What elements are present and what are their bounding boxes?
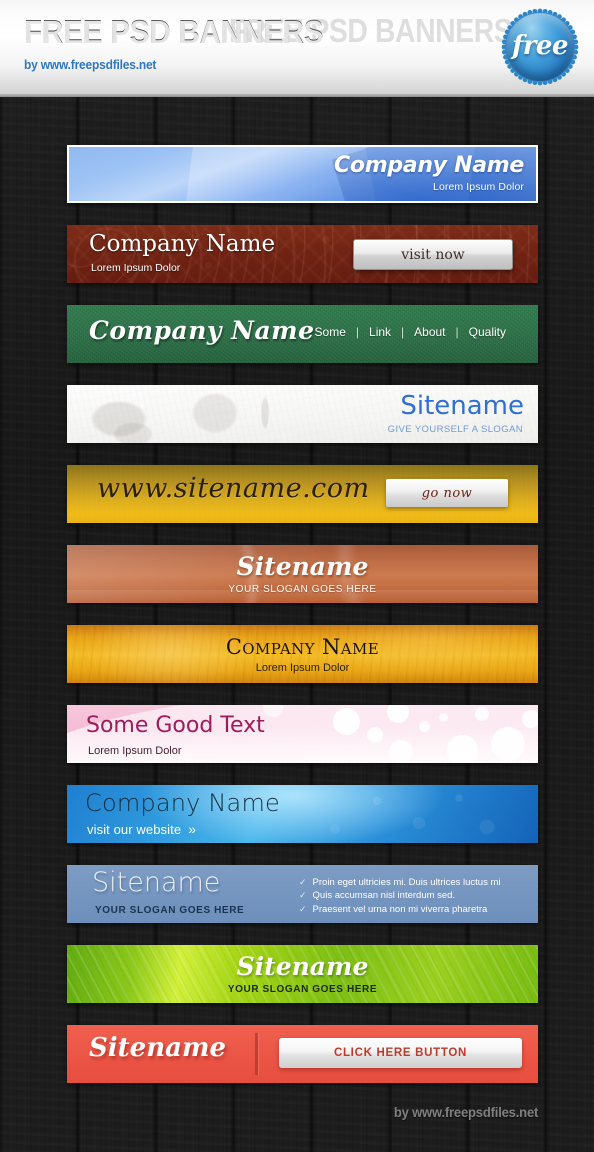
banner-slogan: Lorem Ipsum Dolor [88,745,182,757]
banner-steel-blue-list[interactable]: Sitename YOUR SLOGAN GOES HERE ✓ Proin e… [67,865,538,923]
banner-slogan: Lorem Ipsum Dolor [91,262,181,274]
list-item: ✓ Proin eget ultricies mi. Duis ultrices… [299,876,501,889]
list-item-text: Quis accumsan nisl interdum sed. [312,890,456,902]
banner-green-felt[interactable]: Company Name Some | Link | About | Quali… [67,305,538,363]
banner-title: Sitename [236,952,369,981]
banner-slogan: GIVE YOURSELF A SLOGAN [387,424,523,435]
feature-list: ✓ Proin eget ultricies mi. Duis ultrices… [299,876,501,916]
banner-gold-script[interactable]: www.sitename.com go now [67,465,538,523]
banner-title: www.sitename.com [97,473,370,504]
banner-slogan: Lorem Ipsum Dolor [255,661,350,674]
list-item-text: Proin eget ultricies mi. Duis ultrices l… [312,877,501,888]
nav-link-link[interactable]: Link [359,325,401,339]
banner-list: Company Name Lorem Ipsum Dolor Company N… [67,145,538,1083]
banner-title: Company Name [89,231,276,257]
banner-title: Company Name [85,789,281,817]
list-item: ✓ Quis accumsan nisl interdum sed. [299,889,501,902]
banner-white-paper[interactable]: Sitename GIVE YOURSELF A SLOGAN [67,385,538,443]
page-title: FREE PSD BANNERS [24,13,324,50]
banner-title: Company Name [89,316,315,345]
banner-title: Sitename [400,391,524,421]
banner-slogan: Lorem Ipsum Dolor [433,181,524,193]
banner-slogan-row[interactable]: visit our website » [87,821,196,837]
badge-label: free [512,31,568,61]
check-icon: ✓ [299,903,307,914]
banner-dark-red-damask[interactable]: Company Name Lorem Ipsum Dolor visit now [67,225,538,283]
banner-text-block: Company Name Lorem Ipsum Dolor [67,625,538,683]
banner-slogan: visit our website [87,821,182,837]
banner-nav[interactable]: Some | Link | About | Quality [305,325,516,339]
banner-pink-bokeh[interactable]: Some Good Text Lorem Ipsum Dolor [67,705,538,763]
header-subtitle: by www.freepsdfiles.net [24,57,157,72]
banner-blue-gradient[interactable]: Company Name visit our website » [67,785,538,843]
banner-slogan: YOUR SLOGAN GOES HERE [227,984,378,995]
banner-title: Sitename [89,1033,227,1063]
banner-text-block: Sitename YOUR SLOGAN GOES HERE [67,945,538,1003]
banner-orange-glossy[interactable]: Sitename YOUR SLOGAN GOES HERE [67,545,538,603]
nav-link-some[interactable]: Some [305,325,356,339]
nav-link-about[interactable]: About [404,325,455,339]
page-header: FREE PSD BANNERS FREE PSD BANNERS by www… [0,0,594,97]
visit-now-button[interactable]: visit now [353,239,513,270]
banner-divider [255,1033,258,1075]
banner-text-block: Company Name Lorem Ipsum Dolor [334,153,524,193]
banner-title: Some Good Text [86,713,265,738]
check-icon: ✓ [299,877,307,887]
banner-text-block: Sitename YOUR SLOGAN GOES HERE [67,545,538,603]
chevron-right-icon: » [188,821,197,837]
go-now-button[interactable]: go now [386,479,508,507]
banner-slogan: YOUR SLOGAN GOES HERE [228,584,377,595]
banner-title: Company Name [334,153,524,178]
free-badge: free [501,8,579,86]
check-icon: ✓ [299,890,307,901]
banner-blue-abstract[interactable]: Company Name Lorem Ipsum Dolor [67,145,538,203]
click-here-button[interactable]: CLICK HERE BUTTON [279,1038,522,1068]
banner-title: Sitename [236,552,369,581]
list-item-text: Praesent vel urna non mi viverra pharetr… [312,903,488,915]
banner-title: Sitename [92,867,221,898]
banner-title: Company Name [225,634,380,659]
banner-red-button[interactable]: Sitename CLICK HERE BUTTON [67,1025,538,1083]
page-root: FREE PSD BANNERS FREE PSD BANNERS by www… [0,0,594,1152]
list-item: ✓ Praesent vel urna non mi viverra phare… [299,903,501,916]
banner-green-leaf[interactable]: Sitename YOUR SLOGAN GOES HERE [67,945,538,1003]
banner-golden-grunge[interactable]: Company Name Lorem Ipsum Dolor [67,625,538,683]
nav-link-quality[interactable]: Quality [459,325,516,339]
footer-credit: by www.freepsdfiles.net [393,1104,538,1120]
banner-slogan: YOUR SLOGAN GOES HERE [95,905,245,916]
